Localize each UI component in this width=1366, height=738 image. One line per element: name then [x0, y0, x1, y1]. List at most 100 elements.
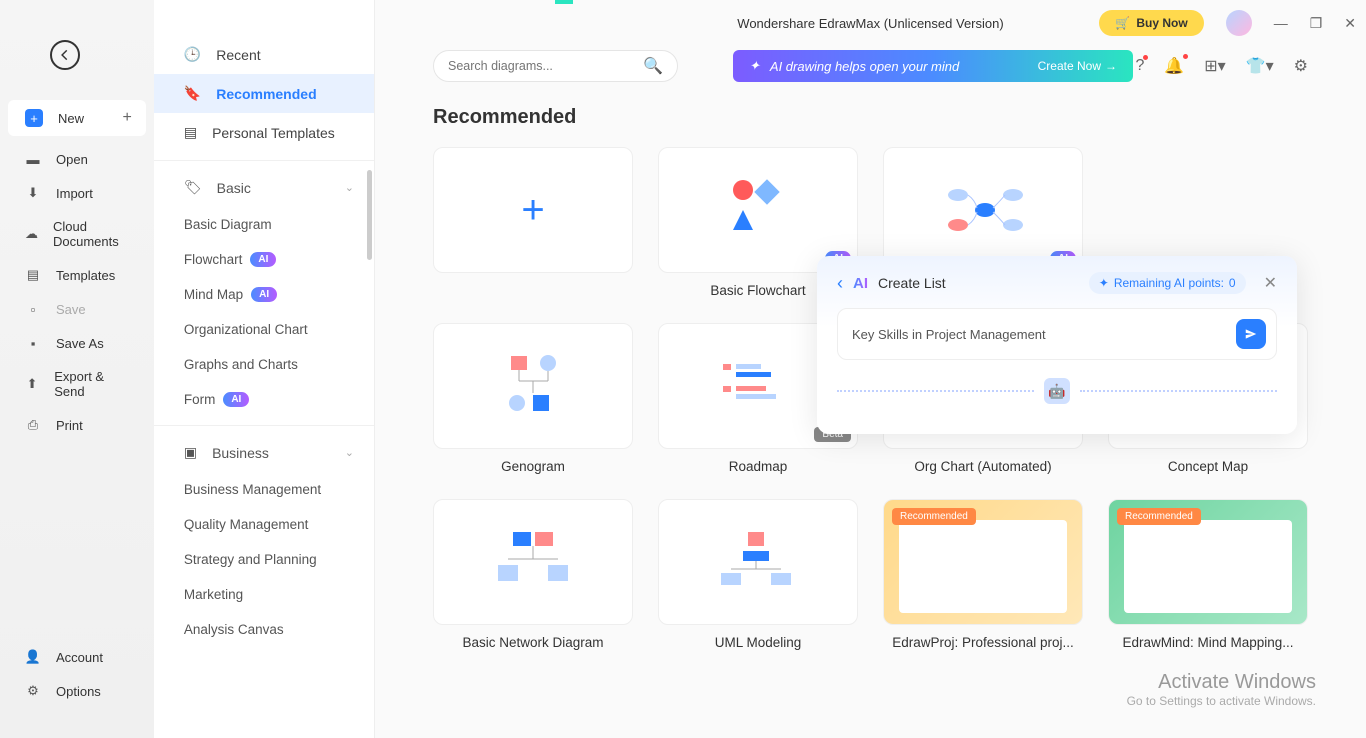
mindmap-label: Mind Map [184, 287, 243, 302]
graphs-item[interactable]: Graphs and Charts [154, 347, 374, 382]
cloud-button[interactable]: ☁ Cloud Documents [0, 210, 154, 258]
card-label: Roadmap [658, 459, 858, 474]
basic-label: Basic [217, 180, 251, 196]
help-icon[interactable]: ? [1135, 57, 1144, 75]
gear-icon: ⚙ [25, 683, 41, 699]
ai-close-button[interactable]: ✕ [1264, 273, 1277, 293]
form-label: Form [184, 392, 216, 407]
ai-prompt-input[interactable] [852, 327, 1236, 342]
maximize-button[interactable]: ❐ [1310, 15, 1323, 32]
roadmap-icon [718, 356, 798, 416]
ai-divider: 🤖 [837, 378, 1277, 404]
user-icon: 👤 [25, 649, 41, 665]
bookmark-icon: 🔖 [184, 85, 201, 102]
create-now-button[interactable]: Create Now → [1038, 59, 1117, 73]
marketing-label: Marketing [184, 587, 243, 602]
strategy-item[interactable]: Strategy and Planning [154, 542, 374, 577]
quality-mgmt-item[interactable]: Quality Management [154, 507, 374, 542]
search-icon[interactable]: 🔍 [643, 56, 663, 76]
shirt-icon[interactable]: 👕▾ [1246, 56, 1274, 76]
card-label: Org Chart (Automated) [883, 459, 1083, 474]
marketing-item[interactable]: Marketing [154, 577, 374, 612]
genogram-icon [493, 351, 573, 421]
save-icon: ▫ [25, 301, 41, 317]
ai-back-button[interactable]: ‹ [837, 273, 843, 294]
templates-button[interactable]: ▤ Templates [0, 258, 154, 292]
card-label: Basic Network Diagram [433, 635, 633, 650]
basic-diagram-item[interactable]: Basic Diagram [154, 207, 374, 242]
mindmap-item[interactable]: Mind MapAI [154, 277, 374, 312]
edrawproj-card[interactable]: Recommended EdrawProj: Professional proj… [883, 499, 1083, 650]
print-icon: ⎙ [25, 417, 41, 433]
export-button[interactable]: ⬆ Export & Send [0, 360, 154, 408]
uml-card[interactable]: UML Modeling [658, 499, 858, 650]
import-icon: ⬇ [25, 185, 41, 201]
tag-icon: 🏷 [184, 179, 202, 196]
options-button[interactable]: ⚙ Options [0, 674, 154, 708]
new-label: New [58, 111, 84, 126]
print-button[interactable]: ⎙ Print [0, 408, 154, 442]
minimize-button[interactable]: — [1274, 15, 1288, 31]
analysis-item[interactable]: Analysis Canvas [154, 612, 374, 647]
plus-icon: + [25, 109, 43, 127]
org-label: Organizational Chart [184, 322, 308, 337]
buy-now-button[interactable]: 🛒 Buy Now [1099, 10, 1203, 36]
ai-input-row [837, 308, 1277, 360]
org-chart-item[interactable]: Organizational Chart [154, 312, 374, 347]
basic-category[interactable]: 🏷 Basic ⌄ [154, 160, 374, 207]
analysis-label: Analysis Canvas [184, 622, 284, 637]
save-as-button[interactable]: ▪ Save As [0, 326, 154, 360]
recent-label: Recent [216, 47, 260, 63]
search-input[interactable] [448, 59, 643, 73]
search-box[interactable]: 🔍 [433, 50, 678, 82]
import-button[interactable]: ⬇ Import [0, 176, 154, 210]
scrollbar[interactable] [367, 170, 372, 260]
close-button[interactable]: ✕ [1344, 15, 1356, 32]
genogram-card[interactable]: Genogram [433, 323, 633, 474]
chevron-down-icon: ⌄ [345, 446, 354, 459]
network-diagram-card[interactable]: Basic Network Diagram [433, 499, 633, 650]
business-category[interactable]: ▣ Business ⌄ [154, 425, 374, 472]
sparkle-icon: ✦ [749, 58, 760, 74]
ai-badge: AI [250, 252, 276, 267]
ai-banner-text: AI drawing helps open your mind [770, 59, 959, 74]
flowchart-item[interactable]: FlowchartAI [154, 242, 374, 277]
section-heading: Recommended [433, 106, 1308, 129]
main-area: Wondershare EdrawMax (Unlicensed Version… [375, 0, 1366, 738]
bell-icon[interactable]: 🔔 [1164, 56, 1184, 76]
new-button[interactable]: + New + [8, 100, 146, 136]
open-label: Open [56, 152, 88, 167]
ai-banner[interactable]: ✦ AI drawing helps open your mind Create… [733, 50, 1133, 82]
bot-icon: 🤖 [1044, 378, 1070, 404]
primary-sidebar: + New + ▬ Open ⬇ Import ☁ Cloud Document… [0, 0, 154, 738]
templates-icon: ▤ [25, 267, 41, 283]
diamond-icon: ✦ [1099, 276, 1109, 290]
toolbar: 🔍 ✦ AI drawing helps open your mind Crea… [375, 46, 1366, 86]
form-item[interactable]: Form AI [154, 382, 374, 417]
ai-points-badge[interactable]: ✦ Remaining AI points: 0 [1089, 272, 1246, 294]
cloud-icon: ☁ [25, 226, 38, 242]
ai-send-button[interactable] [1236, 319, 1266, 349]
ai-badge: AI [223, 392, 249, 407]
recent-item[interactable]: 🕒 Recent [154, 35, 374, 74]
business-label: Business [212, 445, 269, 461]
folder-icon: ▬ [25, 151, 41, 167]
blank-template-card[interactable]: + [433, 147, 633, 298]
personal-label: Personal Templates [212, 125, 335, 141]
title-bar: Wondershare EdrawMax (Unlicensed Version… [375, 0, 1366, 46]
strategy-label: Strategy and Planning [184, 552, 317, 567]
apps-icon[interactable]: ⊞▾ [1204, 56, 1225, 76]
ai-logo-icon: AI [853, 275, 868, 292]
edrawmind-card[interactable]: Recommended EdrawMind: Mind Mapping... [1108, 499, 1308, 650]
back-button[interactable] [50, 40, 80, 70]
card-label: EdrawMind: Mind Mapping... [1108, 635, 1308, 650]
account-button[interactable]: 👤 Account [0, 640, 154, 674]
recommended-label: Recommended [216, 86, 316, 102]
user-avatar[interactable] [1226, 10, 1252, 36]
business-mgmt-item[interactable]: Business Management [154, 472, 374, 507]
personal-templates-item[interactable]: ▤ Personal Templates [154, 113, 374, 152]
recommended-item[interactable]: 🔖 Recommended [154, 74, 374, 113]
buy-label: Buy Now [1136, 16, 1187, 30]
settings-icon[interactable]: ⚙ [1294, 56, 1308, 76]
open-button[interactable]: ▬ Open [0, 142, 154, 176]
